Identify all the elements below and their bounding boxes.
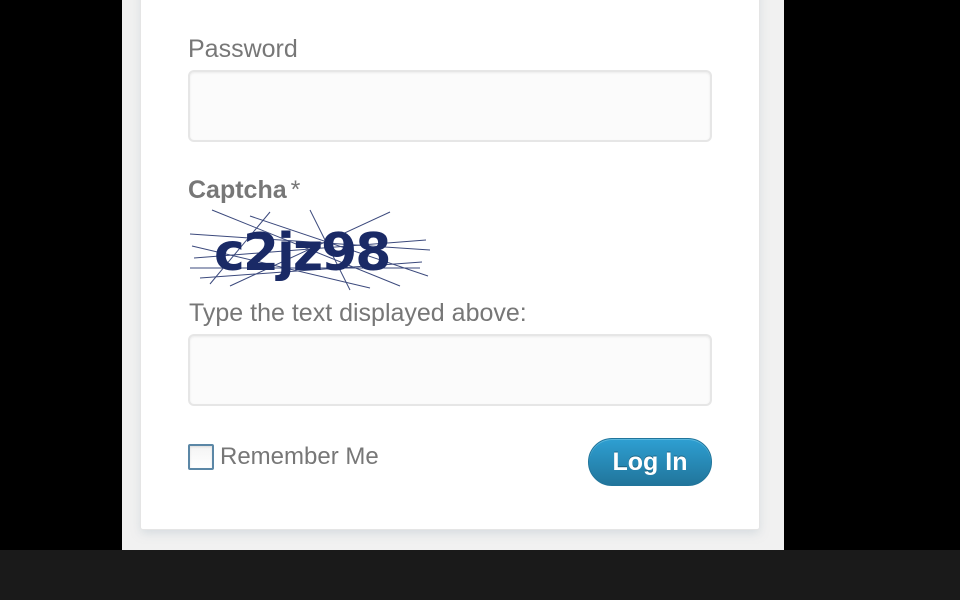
captcha-prompt-label: Type the text displayed above: (189, 299, 527, 327)
captcha-text: c2jz98 (214, 223, 389, 283)
password-input[interactable] (188, 70, 712, 142)
captcha-label-text: Captcha (188, 176, 287, 204)
captcha-image: c2jz98 (190, 209, 430, 291)
remember-me-row: Remember Me (188, 443, 379, 471)
captcha-label: Captcha * (188, 176, 300, 205)
login-button[interactable]: Log In (588, 438, 712, 486)
captcha-input[interactable] (188, 334, 712, 406)
remember-me-label[interactable]: Remember Me (220, 443, 379, 471)
required-mark: * (290, 176, 301, 204)
remember-me-checkbox[interactable] (188, 444, 214, 470)
bottom-bar (0, 550, 960, 600)
password-label: Password (188, 35, 298, 63)
